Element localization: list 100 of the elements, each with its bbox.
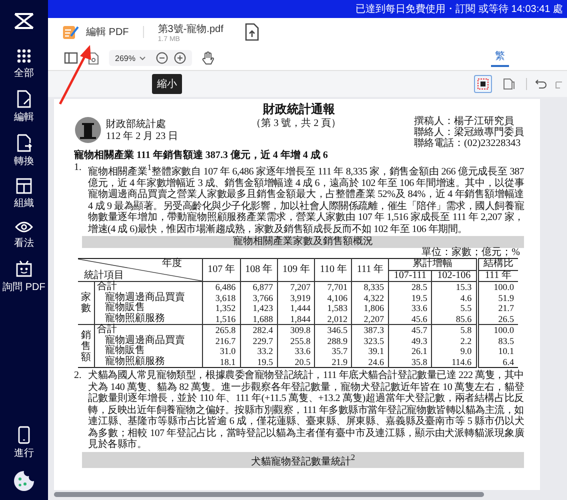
- select-area-tool[interactable]: [474, 75, 492, 93]
- table-cell: 100.0: [477, 282, 518, 293]
- phone-icon: [18, 426, 30, 444]
- column-header: 111 年: [352, 258, 388, 282]
- layout-icon: [16, 178, 32, 194]
- table-cell: 33.6: [278, 346, 315, 357]
- table-cell: 21.9: [314, 356, 352, 368]
- table-cell: 2.2: [432, 336, 478, 346]
- table-cell: 100.0: [477, 324, 518, 336]
- chevron-down-icon: [139, 56, 146, 60]
- table-cell: 83.5: [477, 336, 518, 346]
- robot-icon: [15, 260, 33, 278]
- table-cell: 33.2: [240, 346, 278, 357]
- edit-pdf-icon: [62, 24, 80, 40]
- row-label: 寵物販售: [94, 303, 203, 314]
- table-cell: 19.5: [240, 356, 278, 368]
- column-header: 102-106: [432, 270, 478, 282]
- table-cell: 282.4: [240, 324, 278, 336]
- table-cell: 9.0: [432, 346, 478, 357]
- table-cell: 5.8: [432, 324, 478, 336]
- sidebar-item[interactable]: 詢問 PDF: [2, 260, 46, 294]
- table-cell: 216.7: [202, 336, 240, 346]
- table-cell: 4.6: [432, 292, 478, 304]
- table-cell: 3,618: [202, 292, 240, 304]
- view-tab[interactable]: 繁: [491, 49, 509, 67]
- table-cell: 1,583: [314, 303, 352, 314]
- table-cell: 45.7: [388, 324, 432, 336]
- sidebar-toggle-icon[interactable]: [64, 52, 78, 64]
- table-cell: 4,322: [352, 292, 388, 304]
- sidebar-item[interactable]: 編輯: [14, 90, 34, 124]
- column-header: 107 年: [202, 258, 240, 282]
- paragraph: 寵物相關產業$^{1}$整體家數自 107 年 6,486 家逐年增長至 111 年 8,335 家，銷售金額由 266 億元成長至 387 億元，近 4 年家數增幅近 3 成、銷售金額增幅達 4 成 6，遠高於 102 年至 106 年間增速。其中，以從事寵物週邊商品買賣之營業人家數最多且銷售金額最大，占整體產業 52%及 84%，近 4 年銷售額增幅達 4 成 9 最為顯著。另受高齡化與少子化影響，加以社會人際關係疏離，催生「陪伴」需求，國人飼養寵物數量逐年增加，帶動寵物照顧服務產業需求，營業人家數由 107 年 1,516 家成長至 111 年 2,207 家，增速(4 成 6)最快，惟因市場漸趨成熟，家數及銷售額成長反而不如 102 年至 106 年期間。: [88, 162, 524, 236]
- page-icon[interactable]: [88, 52, 99, 64]
- table-cell: 24.6: [352, 356, 388, 368]
- table-cell: 18.1: [202, 356, 240, 368]
- table-cell: 10.1: [477, 346, 518, 357]
- table-cell: 1,688: [240, 314, 278, 325]
- chart-caption: 犬貓寵物登記數量統計$^{2}$: [82, 452, 524, 468]
- column-header: 107-111: [388, 270, 432, 282]
- logo-icon: [13, 12, 35, 30]
- table-cell: 5.5: [432, 303, 478, 314]
- cookie-icon[interactable]: [13, 470, 35, 492]
- table-cell: 39.1: [352, 346, 388, 357]
- sidebar-item[interactable]: 看法: [14, 220, 34, 250]
- group-label: 家數: [78, 282, 94, 325]
- table-cell: 26.5: [477, 314, 518, 325]
- table-cell: 265.8: [202, 324, 240, 336]
- table-cell: 6,486: [202, 282, 240, 293]
- sidebar-item[interactable]: 進行: [14, 426, 34, 460]
- notice-text: 已達到每日免費使用・訂閱 或等待 14:03:41 處: [356, 2, 563, 16]
- column-header: 累計增幅: [388, 258, 478, 270]
- sidebar-item[interactable]: 組織: [14, 178, 34, 210]
- table-cell: 49.3: [388, 336, 432, 346]
- column-header: 110 年: [314, 258, 352, 282]
- file-name: 第3號-寵物.pdf: [158, 22, 224, 36]
- contact-line: 聯絡電話：(02)23228343: [414, 138, 522, 149]
- scrollbar[interactable]: [54, 492, 484, 497]
- table-cell: 15.3: [432, 282, 478, 293]
- table-cell: 1,352: [202, 303, 240, 314]
- row-label: 合計: [94, 324, 203, 336]
- table-cell: 85.6: [432, 314, 478, 325]
- section-heading: 寵物相關產業 111 年銷售額達 387.3 億元，近 4 年增 4 成 6: [74, 150, 329, 162]
- zoom-out-icon[interactable]: [156, 52, 168, 64]
- table-cell: 31.0: [202, 346, 240, 357]
- hand-icon[interactable]: [202, 51, 214, 65]
- table-cell: 26.1: [388, 346, 432, 357]
- table-cell: 1,806: [352, 303, 388, 314]
- row-label: 寵物販售: [94, 346, 203, 357]
- zoom-in-icon[interactable]: [174, 52, 186, 64]
- table-cell: 309.8: [278, 324, 315, 336]
- document-title: 財政統計通報: [262, 102, 336, 116]
- convert-document-icon: [16, 134, 32, 152]
- table-cell: 114.6: [432, 356, 478, 368]
- list-number: 2.: [74, 370, 82, 384]
- table-cell: 1,844: [278, 314, 315, 325]
- table-cell: 28.5: [388, 282, 432, 293]
- undo-icon[interactable]: [535, 79, 547, 89]
- table-cell: 323.5: [352, 336, 388, 346]
- table-cell: 33.6: [388, 303, 432, 314]
- org-name: 財政部統計處: [106, 118, 167, 130]
- column-header: 108 年: [240, 258, 278, 282]
- emblem-icon: [74, 116, 102, 144]
- table-cell: 1,423: [240, 303, 278, 314]
- table-cell: 35.8: [388, 356, 432, 368]
- row-label: 寵物照顧服務: [94, 314, 203, 325]
- table-cell: 51.9: [477, 292, 518, 304]
- edit-document-icon: [16, 90, 32, 108]
- contact-line: 聯絡人：梁冠緻專門委員: [414, 127, 524, 138]
- column-header: 109 年: [278, 258, 315, 282]
- upload-icon[interactable]: [245, 23, 260, 41]
- table-cell: 7,701: [314, 282, 352, 293]
- corner-header: 年度 統計項目: [78, 258, 203, 282]
- app-tab[interactable]: 編輯 PDF: [62, 24, 129, 40]
- list-number: 1.: [74, 162, 82, 175]
- table-cell: 8,335: [352, 282, 388, 293]
- sidebar-item[interactable]: 全部: [14, 48, 34, 80]
- column-header: 111 年: [477, 270, 518, 282]
- table-cell: 7,207: [278, 282, 315, 293]
- table-cell: 288.9: [314, 336, 352, 346]
- sidebar-item[interactable]: 轉換: [14, 134, 34, 168]
